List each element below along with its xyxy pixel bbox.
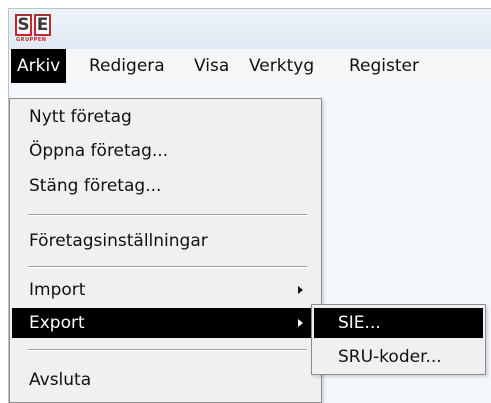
menu-item-avsluta[interactable]: Avsluta (12, 365, 319, 395)
menu-item-oppna-foretag[interactable]: Öppna företag... (12, 136, 319, 166)
menu-item-nytt-foretag[interactable]: Nytt företag (12, 102, 319, 132)
menu-separator (28, 349, 307, 351)
menu-redigera[interactable]: Redigera (83, 49, 171, 83)
menu-item-label: Öppna företag... (29, 141, 169, 161)
menu-item-label: Företagsinställningar (29, 231, 208, 251)
submenu-arrow-icon (298, 286, 303, 294)
logo-subtitle: GRUPPEN (16, 37, 47, 43)
submenu-item-sie[interactable]: SIE... (314, 308, 483, 338)
menu-arkiv[interactable]: Arkiv (11, 49, 67, 83)
submenu-item-label: SRU-koder... (338, 347, 442, 367)
logo-letter-s: S (17, 15, 30, 35)
menu-item-label: Nytt företag (29, 107, 132, 127)
menu-separator (28, 266, 307, 268)
submenu-item-sru-koder[interactable]: SRU-koder... (314, 342, 483, 372)
arkiv-dropdown-menu: Nytt företag Öppna företag... Stäng före… (9, 98, 322, 403)
menu-item-foretagsinstallningar[interactable]: Företagsinställningar (12, 226, 319, 256)
menu-bar: Arkiv Redigera Visa Verktyg Register (9, 49, 491, 83)
menu-item-import[interactable]: Import (12, 275, 319, 305)
menu-item-label: Export (29, 313, 85, 333)
menu-item-label: Avsluta (29, 370, 92, 390)
title-bar: S E GRUPPEN (9, 9, 491, 49)
menu-register[interactable]: Register (343, 49, 425, 83)
sie-gruppen-logo: S E GRUPPEN (15, 14, 53, 44)
menu-visa[interactable]: Visa (188, 49, 235, 83)
menu-verktyg[interactable]: Verktyg (243, 49, 320, 83)
export-submenu: SIE... SRU-koder... (311, 304, 486, 375)
menu-separator (28, 214, 307, 216)
logo-e-box: E (34, 14, 51, 36)
menu-item-stang-foretag[interactable]: Stäng företag... (12, 171, 319, 201)
logo-s-box: S (15, 14, 32, 36)
submenu-item-label: SIE... (338, 313, 381, 333)
menu-item-label: Stäng företag... (29, 176, 162, 196)
logo-letter-e: E (36, 15, 49, 35)
menu-item-label: Import (29, 280, 86, 300)
submenu-arrow-icon (298, 319, 303, 327)
menu-item-export[interactable]: Export (12, 308, 319, 338)
